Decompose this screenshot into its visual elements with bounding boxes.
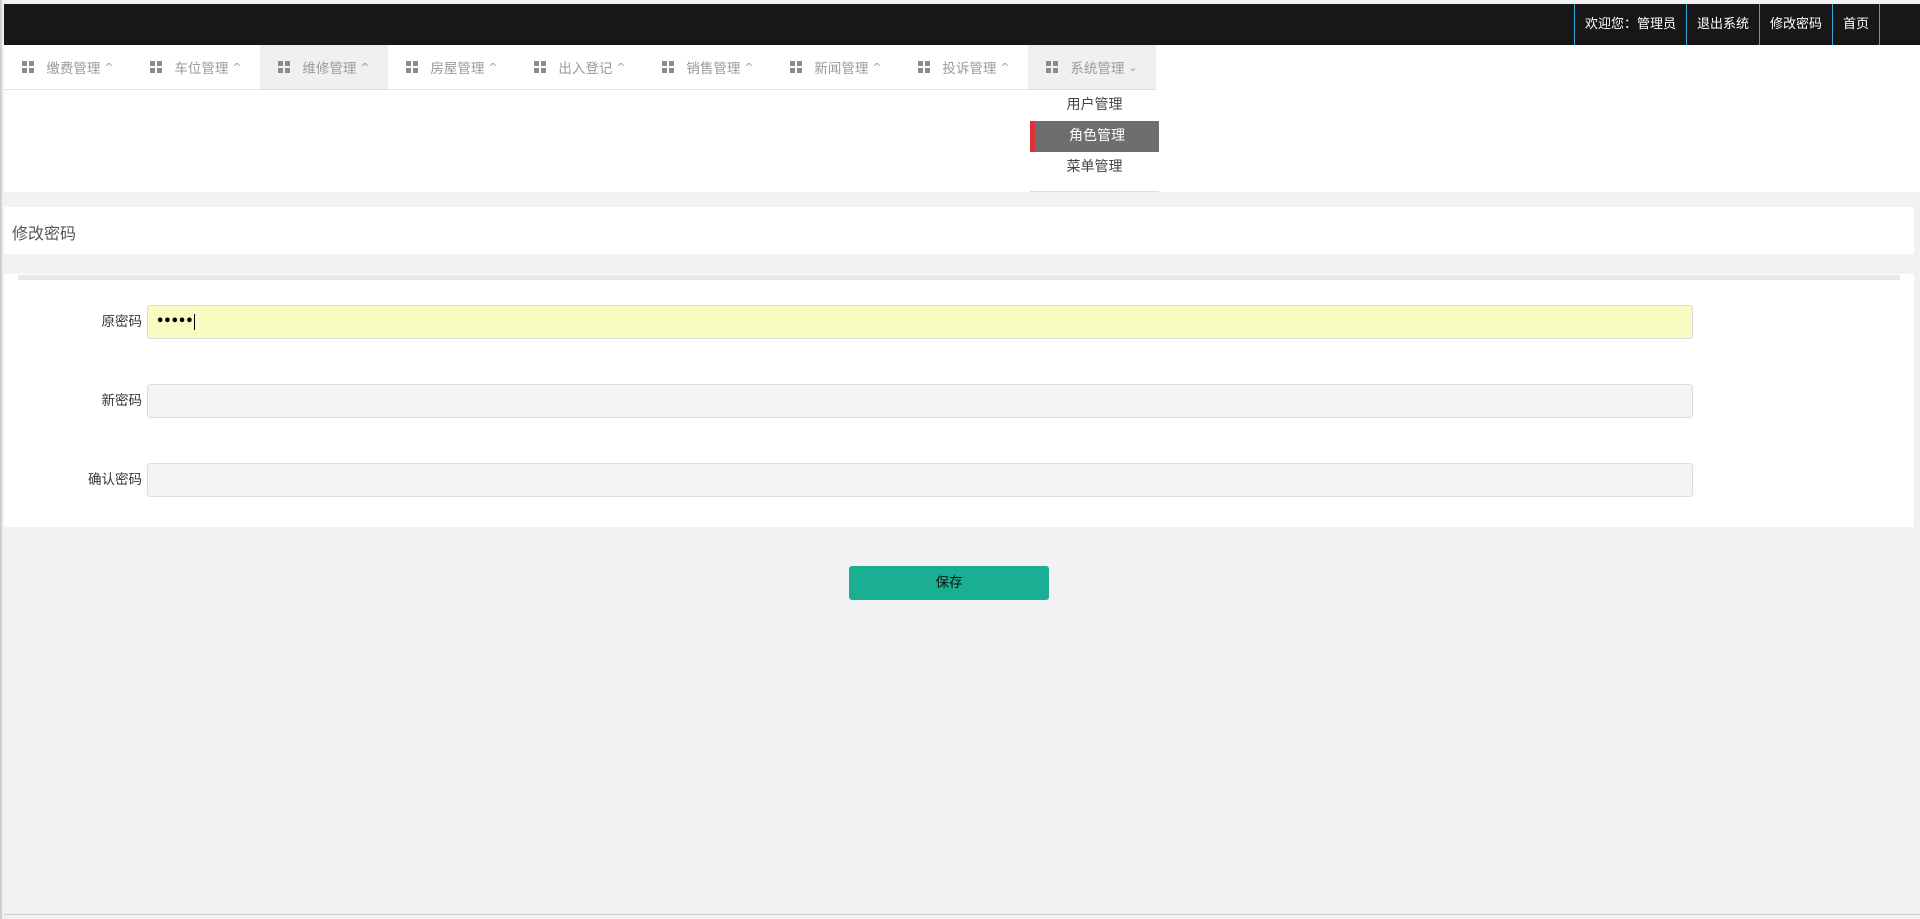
nav-item-housing[interactable]: 房屋管理 ^ bbox=[388, 45, 516, 89]
form-row-old-password: 原密码 ••••• bbox=[4, 305, 1704, 339]
chevron-up-icon: ^ bbox=[744, 60, 754, 74]
page-heading: 修改密码 bbox=[4, 207, 1914, 254]
form-row-new-password: 新密码 bbox=[4, 384, 1704, 418]
nav-item-label: 维修管理 bbox=[302, 61, 357, 77]
new-password-label: 新密码 bbox=[101, 393, 143, 409]
nav-item-label: 系统管理 bbox=[1070, 61, 1125, 77]
nav-item-complaints[interactable]: 投诉管理 ^ bbox=[900, 45, 1028, 89]
save-button[interactable]: 保存 bbox=[849, 566, 1049, 600]
grid-icon bbox=[150, 61, 163, 73]
top-bar: 欢迎您：管理员 退出系统 修改密码 首页 bbox=[4, 4, 1920, 45]
nav-item-news[interactable]: 新闻管理 ^ bbox=[772, 45, 900, 89]
password-form: 原密码 ••••• 新密码 确认密码 bbox=[4, 274, 1914, 527]
chevron-up-icon: ^ bbox=[360, 60, 370, 74]
nav-item-parking[interactable]: 车位管理 ^ bbox=[132, 45, 260, 89]
system-dropdown-menu: 用户管理 角色管理 菜单管理 bbox=[1030, 90, 1159, 192]
welcome-text: 欢迎您：管理员 bbox=[1573, 4, 1686, 45]
nav-item-sales[interactable]: 销售管理 ^ bbox=[644, 45, 772, 89]
menu-item-menu-management[interactable]: 菜单管理 bbox=[1030, 152, 1159, 183]
grid-icon bbox=[278, 61, 291, 73]
chevron-up-icon: ^ bbox=[232, 60, 242, 74]
confirm-password-input[interactable] bbox=[147, 463, 1693, 497]
chevron-up-icon: ^ bbox=[1000, 60, 1010, 74]
chevron-up-icon: ^ bbox=[488, 60, 498, 74]
nav-item-label: 车位管理 bbox=[174, 61, 229, 77]
nav-item-label: 新闻管理 bbox=[814, 61, 869, 77]
menu-item-role-management[interactable]: 角色管理 bbox=[1030, 121, 1159, 152]
nav-item-system[interactable]: 系统管理 ⌄ bbox=[1028, 45, 1156, 89]
main-nav: 缴费管理 ^ 车位管理 ^ 维修管理 ^ 房屋管理 ^ 出入登记 ^ 销售管理 … bbox=[4, 45, 1156, 90]
nav-item-label: 销售管理 bbox=[686, 61, 741, 77]
grid-icon bbox=[790, 61, 803, 73]
logout-link[interactable]: 退出系统 bbox=[1685, 4, 1759, 45]
grid-icon bbox=[534, 61, 547, 73]
confirm-password-label: 确认密码 bbox=[88, 472, 142, 488]
new-password-input[interactable] bbox=[147, 384, 1693, 418]
chevron-up-icon: ^ bbox=[872, 60, 882, 74]
grid-icon bbox=[1046, 61, 1059, 73]
grid-icon bbox=[406, 61, 419, 73]
form-row-confirm-password: 确认密码 bbox=[4, 463, 1704, 497]
old-password-label: 原密码 bbox=[101, 314, 143, 330]
content-background bbox=[4, 620, 1920, 915]
navigation-area: 缴费管理 ^ 车位管理 ^ 维修管理 ^ 房屋管理 ^ 出入登记 ^ 销售管理 … bbox=[4, 45, 1920, 192]
nav-item-label: 投诉管理 bbox=[942, 61, 997, 77]
home-link[interactable]: 首页 bbox=[1831, 4, 1880, 45]
text-cursor bbox=[193, 313, 195, 330]
nav-item-label: 房屋管理 bbox=[430, 61, 485, 77]
old-password-value: ••••• bbox=[156, 314, 194, 329]
chevron-up-icon: ^ bbox=[104, 60, 114, 74]
app-frame: 欢迎您：管理员 退出系统 修改密码 首页 缴费管理 ^ 车位管理 ^ 维修管理 … bbox=[0, 0, 1920, 919]
top-links: 欢迎您：管理员 退出系统 修改密码 首页 bbox=[1573, 4, 1880, 45]
nav-item-label: 缴费管理 bbox=[46, 61, 101, 77]
menu-item-user-management[interactable]: 用户管理 bbox=[1030, 90, 1159, 121]
chevron-down-icon: ⌄ bbox=[1128, 60, 1138, 74]
change-password-link[interactable]: 修改密码 bbox=[1758, 4, 1832, 45]
grid-icon bbox=[662, 61, 675, 73]
nav-item-label: 出入登记 bbox=[558, 61, 613, 77]
nav-item-fees[interactable]: 缴费管理 ^ bbox=[4, 45, 132, 89]
grid-icon bbox=[918, 61, 931, 73]
page-title: 修改密码 bbox=[12, 224, 77, 243]
old-password-input[interactable]: ••••• bbox=[147, 305, 1693, 339]
grid-icon bbox=[22, 61, 35, 73]
nav-item-access-log[interactable]: 出入登记 ^ bbox=[516, 45, 644, 89]
form-divider bbox=[18, 275, 1900, 280]
chevron-up-icon: ^ bbox=[616, 60, 626, 74]
nav-item-repair[interactable]: 维修管理 ^ bbox=[260, 45, 388, 89]
